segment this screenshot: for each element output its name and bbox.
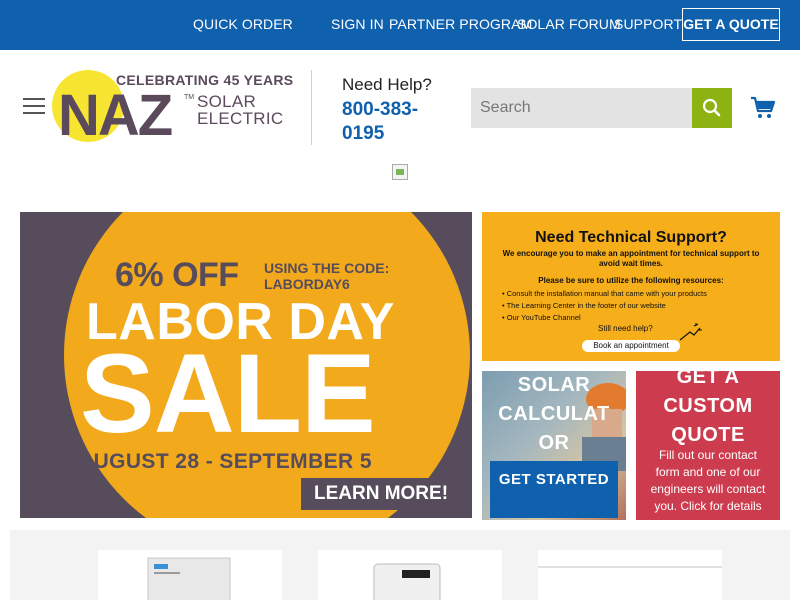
solar-calculator-card[interactable]: SOLAR CALCULAT OR GET STARTED xyxy=(482,371,626,520)
search-input[interactable] xyxy=(471,88,693,128)
get-a-quote-button[interactable]: GET A QUOTE xyxy=(682,8,780,41)
book-appointment-button[interactable]: Book an appointment xyxy=(582,340,680,352)
search-icon xyxy=(702,98,721,117)
product-card[interactable] xyxy=(98,550,282,600)
custom-quote-card[interactable]: GET A CUSTOM QUOTE Fill out our contact … xyxy=(636,371,780,520)
logo-line-electric: ELECTRIC xyxy=(197,109,284,128)
battery-product-image xyxy=(538,566,722,568)
solar-calculator-title: SOLAR CALCULAT OR xyxy=(498,374,610,454)
get-started-button[interactable]: GET STARTED xyxy=(490,461,618,518)
quick-order-link[interactable]: QUICK ORDER xyxy=(193,16,293,32)
search-button[interactable] xyxy=(692,88,732,128)
phone-number-link[interactable]: 800-383-0195 xyxy=(342,98,442,146)
products-strip xyxy=(10,530,790,600)
support-intro: We encourage you to make an appointment … xyxy=(502,249,760,268)
product-card[interactable] xyxy=(318,550,502,600)
promo-code-text: USING THE CODE: LABORDAY6 xyxy=(264,260,389,292)
discount-text: 6% OFF xyxy=(115,256,239,294)
header-divider xyxy=(311,70,312,145)
top-navigation-bar: QUICK ORDER SIGN IN PARTNER PROGRAM SOLA… xyxy=(0,0,800,50)
list-item: The Learning Center in the footer of our… xyxy=(502,300,707,312)
promo-code-value: LABORDAY6 xyxy=(264,276,350,292)
logo-line-solar: SOLAR xyxy=(197,92,257,111)
list-item: Consult the installation manual that cam… xyxy=(502,288,707,300)
need-help-label: Need Help? xyxy=(342,75,432,94)
custom-quote-text: Fill out our contact form and one of our… xyxy=(650,448,766,513)
sale-dates: AUGUST 28 - SEPTEMBER 5 xyxy=(78,450,372,473)
broken-image-icon xyxy=(392,164,408,180)
support-utilize-text: Please be sure to utilize the following … xyxy=(538,276,724,285)
naz-solar-electric-logo[interactable]: CELEBRATING 45 YEARS NAZ TM SOLAR ELECTR… xyxy=(52,66,293,148)
product-card[interactable] xyxy=(538,550,722,600)
logo-brand-text: NAZ xyxy=(58,83,173,148)
labor-day-sale-banner[interactable]: 6% OFF USING THE CODE: LABORDAY6 LABOR D… xyxy=(20,212,472,518)
inverter-product-image xyxy=(147,557,231,600)
logo-trademark: TM xyxy=(184,94,195,101)
learn-more-button[interactable]: LEARN MORE! xyxy=(301,478,461,510)
list-item: Our YouTube Channel xyxy=(502,312,707,324)
sign-in-link[interactable]: SIGN IN xyxy=(331,16,384,32)
partner-program-link[interactable]: PARTNER PROGRAM xyxy=(389,16,532,32)
support-link[interactable]: SUPPORT xyxy=(614,16,682,32)
custom-quote-title: GET A CUSTOM QUOTE xyxy=(663,371,753,446)
hamburger-menu-icon[interactable] xyxy=(23,98,45,116)
promo-code-label: USING THE CODE: xyxy=(264,260,390,276)
shopping-cart-icon[interactable] xyxy=(750,96,776,120)
still-need-help-text: Still need help? xyxy=(598,324,653,333)
support-resource-list: Consult the installation manual that cam… xyxy=(502,288,707,324)
support-title: Need Technical Support? xyxy=(535,229,727,246)
solar-forum-link[interactable]: SOLAR FORUM xyxy=(517,16,621,32)
pointing-hand-icon xyxy=(679,323,702,341)
logo-solar-electric: SOLAR ELECTRIC xyxy=(197,93,283,127)
charge-controller-product-image xyxy=(373,563,441,600)
technical-support-panel: Need Technical Support? We encourage you… xyxy=(482,212,780,361)
banner-sale-text: SALE xyxy=(80,331,376,456)
